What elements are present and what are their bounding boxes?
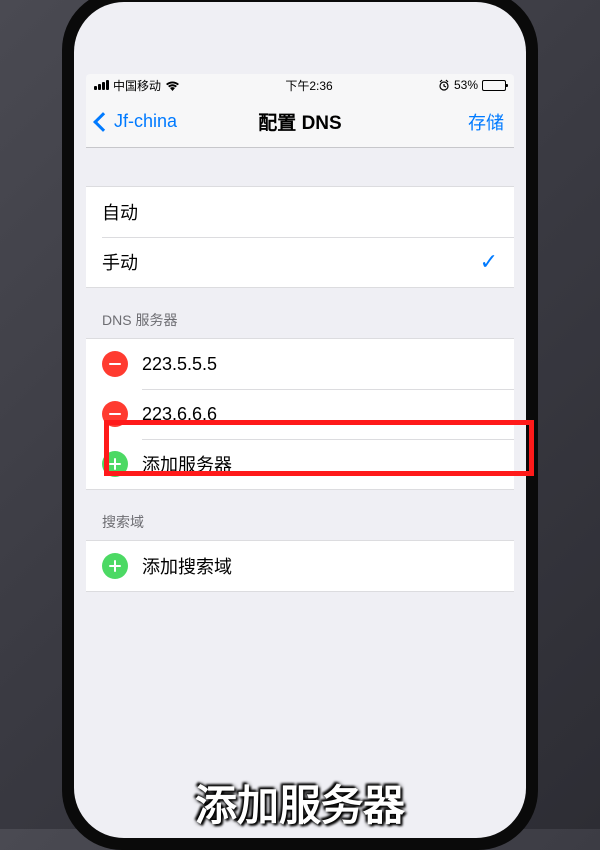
dns-group: 223.5.5.5 223.6.6.6 添加服务器 <box>86 338 514 490</box>
remove-icon[interactable] <box>102 401 128 427</box>
screen: 中国移动 下午2:36 53% Jf-china <box>86 74 514 758</box>
search-domain-section-header: 搜索域 <box>86 490 514 540</box>
dns-server-row[interactable]: 223.6.6.6 <box>86 389 514 439</box>
battery-icon <box>482 80 506 91</box>
add-search-domain-label: 添加搜索域 <box>142 553 232 579</box>
mode-manual-label: 手动 <box>102 249 138 275</box>
content-scroll[interactable]: 自动 手动 ✓ DNS 服务器 223.5.5.5 223.6.6 <box>86 148 514 758</box>
add-icon[interactable] <box>102 451 128 477</box>
carrier-label: 中国移动 <box>113 77 161 94</box>
mode-group: 自动 手动 ✓ <box>86 186 514 288</box>
save-button[interactable]: 存储 <box>468 109 504 135</box>
phone-frame: 中国移动 下午2:36 53% Jf-china <box>62 0 538 850</box>
status-left: 中国移动 <box>94 77 180 94</box>
nav-bar: Jf-china 配置 DNS 存储 <box>86 96 514 148</box>
remove-icon[interactable] <box>102 351 128 377</box>
back-button[interactable]: Jf-china <box>96 111 177 132</box>
battery-pct-label: 53% <box>454 78 478 92</box>
search-domain-group: 添加搜索域 <box>86 540 514 592</box>
add-dns-server-label: 添加服务器 <box>142 451 232 477</box>
page-title: 配置 DNS <box>258 108 341 135</box>
status-right: 53% <box>438 78 506 92</box>
back-label: Jf-china <box>114 111 177 132</box>
wifi-icon <box>165 80 180 91</box>
add-icon[interactable] <box>102 553 128 579</box>
checkmark-icon: ✓ <box>480 249 498 275</box>
signal-icon <box>94 80 109 90</box>
mode-auto-cell[interactable]: 自动 <box>86 187 514 237</box>
phone-body: 中国移动 下午2:36 53% Jf-china <box>74 2 526 838</box>
annotation-caption: 添加服务器 <box>195 772 405 833</box>
dns-server-value: 223.6.6.6 <box>142 404 217 425</box>
status-time: 下午2:36 <box>285 77 332 94</box>
mode-manual-cell[interactable]: 手动 ✓ <box>86 237 514 287</box>
status-bar: 中国移动 下午2:36 53% <box>86 74 514 96</box>
dns-server-value: 223.5.5.5 <box>142 354 217 375</box>
add-dns-server-row[interactable]: 添加服务器 <box>86 439 514 489</box>
dns-server-row[interactable]: 223.5.5.5 <box>86 339 514 389</box>
mode-auto-label: 自动 <box>102 199 138 225</box>
add-search-domain-row[interactable]: 添加搜索域 <box>86 541 514 591</box>
alarm-icon <box>438 79 450 91</box>
dns-section-header: DNS 服务器 <box>86 288 514 338</box>
chevron-left-icon <box>93 112 113 132</box>
